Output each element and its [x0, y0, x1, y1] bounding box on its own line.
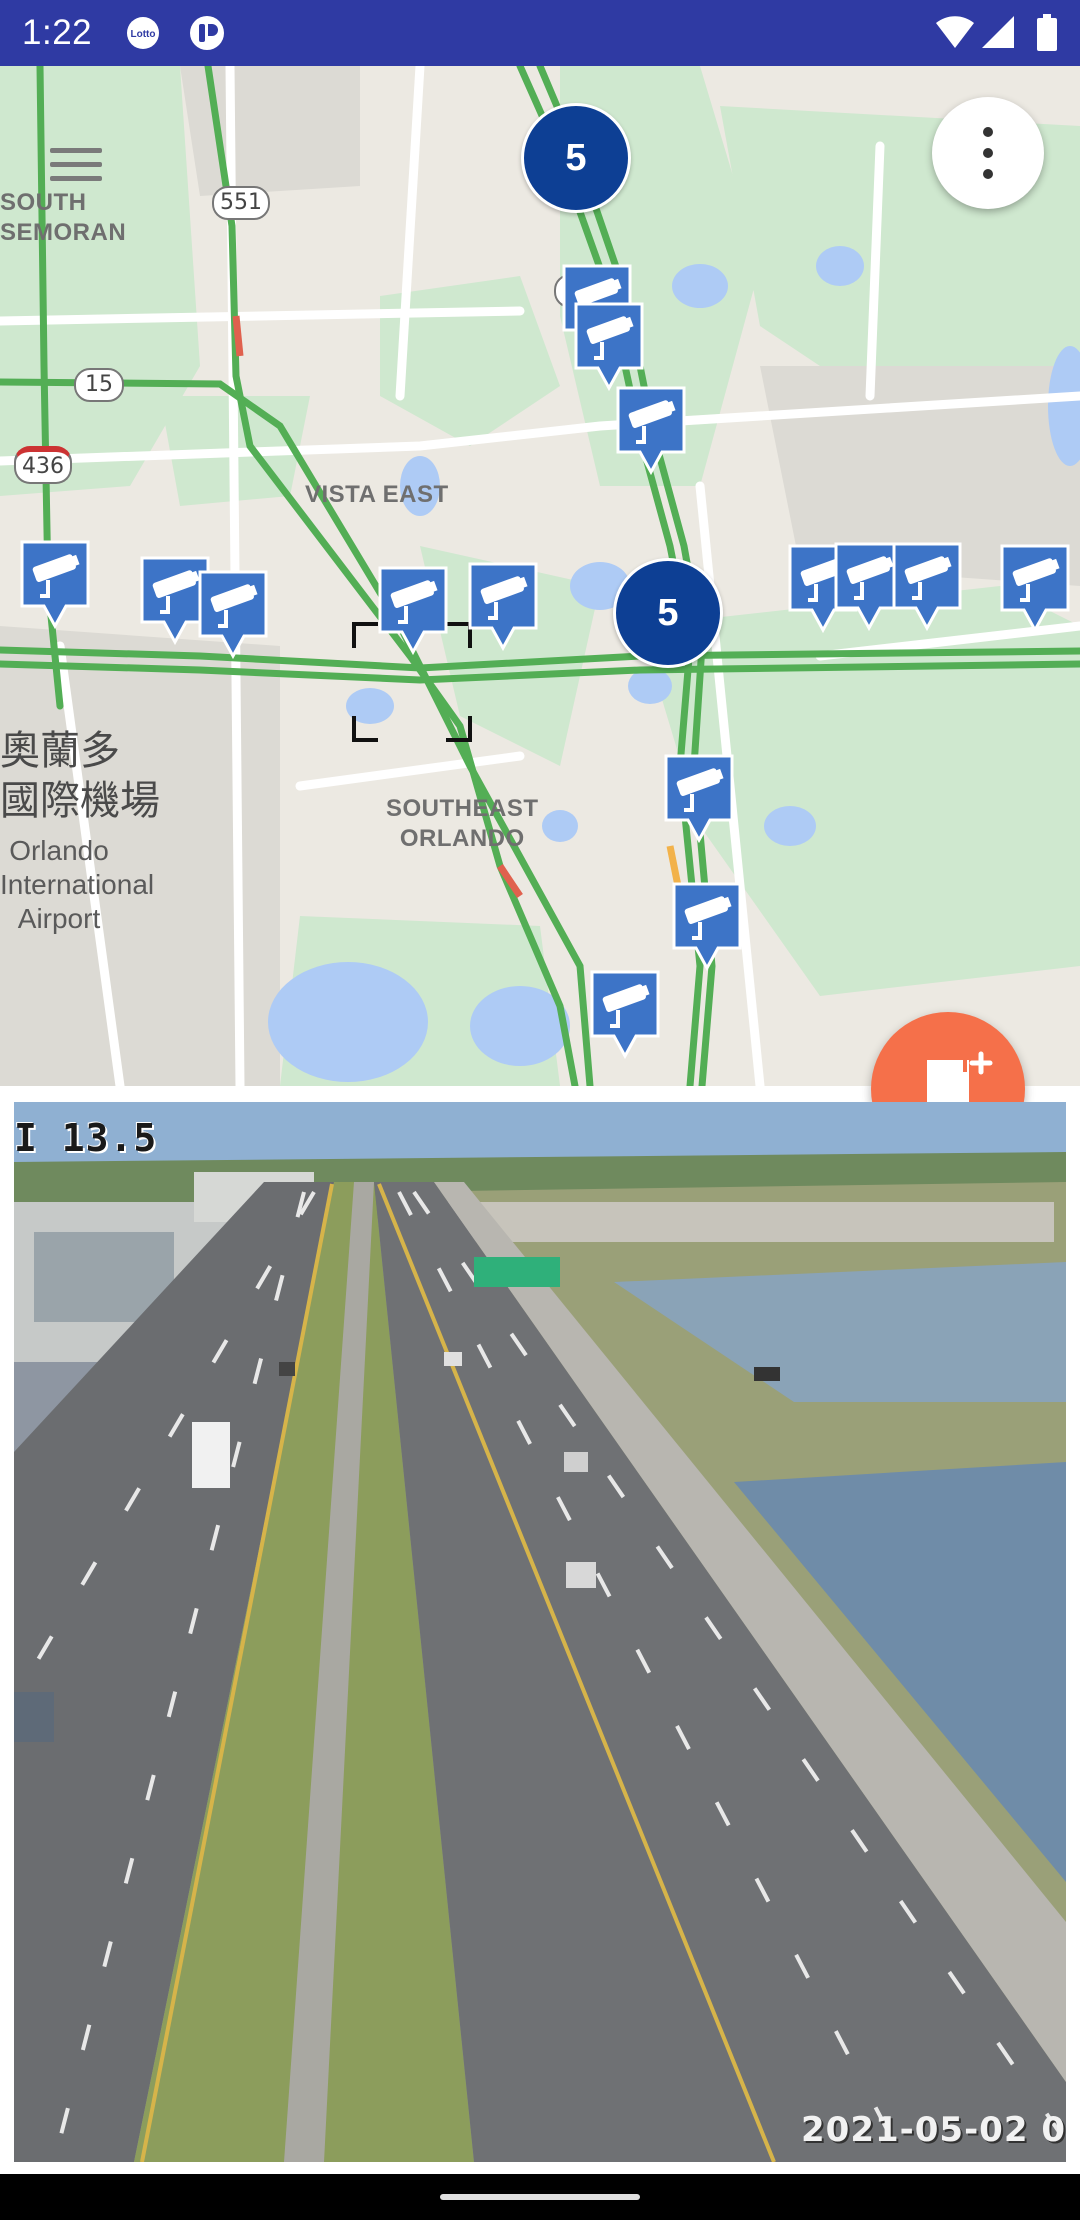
- map-label-airport: Orlando International Airport: [0, 835, 155, 934]
- camera-timestamp: 2021-05-02 0: [801, 2110, 1066, 2150]
- traffic-camera-marker[interactable]: [662, 754, 736, 844]
- more-options-button[interactable]: [932, 97, 1044, 209]
- traffic-camera-marker[interactable]: [614, 386, 688, 476]
- traffic-camera-icon: [198, 570, 268, 660]
- traffic-camera-image: I 13.5 2021-05-02 0: [14, 1102, 1066, 2162]
- map-label-southeast-orlando: SOUTHEAST ORLANDO: [386, 795, 539, 852]
- navigation-bar: [0, 2174, 1080, 2220]
- traffic-camera-marker[interactable]: [588, 970, 662, 1060]
- traffic-camera-icon: [20, 540, 90, 630]
- traffic-camera-icon: [1000, 544, 1070, 634]
- map-label-vista-east: VISTA EAST: [305, 481, 449, 508]
- route-shield-15: 15: [74, 368, 124, 402]
- map-label-south-semoran: SOUTH SEMORAN: [0, 189, 127, 246]
- traffic-camera-icon: [590, 970, 660, 1060]
- traffic-camera-icon: [664, 754, 734, 844]
- traffic-camera-icon: [672, 882, 742, 972]
- traffic-camera-icon: [574, 302, 644, 392]
- camera-location-label: I 13.5: [14, 1116, 158, 1160]
- menu-button[interactable]: [44, 132, 108, 194]
- traffic-camera-icon: [892, 542, 962, 632]
- traffic-camera-marker[interactable]: [18, 540, 92, 630]
- map-label-airport-cjk: 奧蘭多 國際機場: [0, 729, 160, 823]
- status-bar: 1:22 Lotto: [0, 0, 1080, 66]
- route-shield-436: 436: [14, 446, 72, 484]
- traffic-camera-marker[interactable]: [466, 562, 540, 652]
- svg-text:Lotto: Lotto: [131, 29, 156, 40]
- traffic-camera-marker[interactable]: [670, 882, 744, 972]
- cellular-signal-icon: [980, 14, 1016, 55]
- traffic-camera-icon: [616, 386, 686, 476]
- lotto-app-icon: Lotto: [124, 15, 162, 51]
- battery-icon: [1036, 14, 1058, 57]
- traffic-camera-marker[interactable]: [998, 544, 1072, 634]
- status-time: 1:22: [22, 13, 93, 52]
- traffic-camera-marker[interactable]: [376, 566, 450, 656]
- camera-cluster[interactable]: 5: [613, 558, 723, 668]
- messenger-icon: [188, 15, 226, 51]
- route-shield-551: 551: [212, 186, 270, 220]
- traffic-map[interactable]: SOUTH SEMORAN VISTA EAST SOUTHEAST ORLAN…: [0, 66, 1080, 1086]
- home-gesture-handle[interactable]: [440, 2194, 640, 2200]
- traffic-camera-marker[interactable]: [890, 542, 964, 632]
- wifi-icon: [935, 14, 975, 55]
- traffic-camera-icon: [378, 566, 448, 656]
- traffic-camera-marker[interactable]: [572, 302, 646, 392]
- traffic-camera-marker[interactable]: [196, 570, 270, 660]
- traffic-camera-icon: [468, 562, 538, 652]
- camera-cluster[interactable]: 5: [521, 103, 631, 213]
- highway-photo: [14, 1102, 1066, 2162]
